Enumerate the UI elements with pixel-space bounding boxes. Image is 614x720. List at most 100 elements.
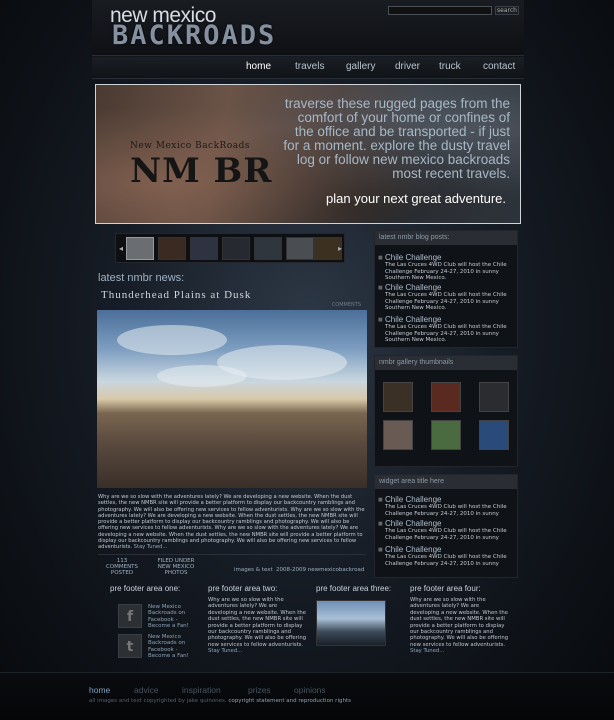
footer-copyright: all images and text copyrighted by jake … — [89, 698, 351, 704]
gallery-thumb[interactable] — [431, 420, 461, 450]
blog-post-title[interactable]: Chile Challenge — [385, 253, 513, 262]
filed-under-block[interactable]: FILED UNDER NEW MEXICO PHOTOS — [154, 558, 198, 576]
pre-footer-four-body: Why are we so slow with the adventures l… — [410, 597, 509, 648]
facebook-fan-link[interactable]: New Mexico Backroads on Facebook - Becom… — [148, 604, 196, 629]
post-title[interactable]: Thunderhead Plains at Dusk — [101, 289, 251, 301]
post-meta: COMMENTS — [101, 302, 361, 308]
blog-post-title[interactable]: Chile Challenge — [385, 283, 513, 292]
post-body-text: Why are we so slow with the adventures l… — [98, 494, 365, 551]
footer-link-home[interactable]: home — [89, 685, 110, 695]
pre-footer-two-body: Why are we so slow with the adventures l… — [208, 597, 307, 648]
gallery-thumb[interactable] — [383, 420, 413, 450]
strip-next-arrow-icon[interactable]: ▸ — [338, 244, 342, 253]
post-image[interactable] — [97, 310, 367, 488]
stay-tuned-link[interactable]: Stay Tuned... — [208, 648, 242, 654]
widget-post[interactable]: ■ Chile Challenge The Las Cruces 4WD Clu… — [378, 545, 513, 567]
search-button[interactable]: search — [495, 6, 519, 15]
bullet-icon: ■ — [378, 497, 383, 503]
strip-thumb[interactable] — [286, 237, 314, 260]
strip-thumb[interactable] — [190, 237, 218, 260]
blog-post[interactable]: ■ Chile Challenge The Las Cruces 4WD Clu… — [378, 315, 513, 344]
nav-home[interactable]: home — [246, 61, 271, 72]
footer-link-prizes[interactable]: prizes — [248, 685, 271, 695]
logo-bottom-text[interactable]: BACKROADS — [112, 20, 276, 51]
strip-thumb[interactable] — [158, 237, 186, 260]
hero-cta[interactable]: plan your next great adventure. — [326, 191, 506, 206]
badge-small-text: New Mexico BackRoads — [130, 141, 250, 151]
widget-post-title[interactable]: Chile Challenge — [385, 519, 513, 528]
blog-post[interactable]: ■ Chile Challenge The Las Cruces 4WD Clu… — [378, 253, 513, 282]
cloud-shape — [117, 325, 227, 355]
comments-label: COMMENTS POSTED — [105, 564, 139, 576]
pre-footer-photo[interactable] — [316, 600, 386, 646]
pre-footer-two-title: pre footer area two: — [208, 584, 278, 593]
blog-post-text: The Las Cruces 4WD Club will host the Ch… — [385, 262, 507, 281]
credit-label: images & text — [234, 567, 273, 573]
pre-footer-three-title: pre footer area three: — [316, 584, 392, 593]
gallery-thumb[interactable] — [383, 382, 413, 412]
widget-title: widget area title here — [375, 475, 517, 489]
widget-box: widget area title here ■ Chile Challenge… — [374, 474, 518, 578]
cloud-shape — [157, 365, 247, 387]
pre-footer-col-four: pre footer area four: Why are we so slow… — [410, 584, 510, 655]
blog-post-text: The Las Cruces 4WD Club will host the Ch… — [385, 292, 507, 311]
nmbr-badge-logo: New Mexico BackRoads NM BR — [126, 135, 296, 195]
gallery-strip: ◂ ▸ — [115, 233, 345, 263]
pre-footer: pre footer area one: f New Mexico Backro… — [102, 584, 518, 664]
comments-count-block[interactable]: 113 COMMENTS POSTED — [104, 558, 140, 576]
blog-post-text: The Las Cruces 4WD Club will host the Ch… — [385, 324, 507, 343]
footer-link-advice[interactable]: advice — [134, 685, 159, 695]
strip-prev-arrow-icon[interactable]: ◂ — [119, 244, 123, 253]
main-nav: home travels gallery driver truck contac… — [92, 57, 524, 79]
footer-link-inspiration[interactable]: inspiration — [182, 685, 221, 695]
pre-footer-col-two: pre footer area two: Why are we so slow … — [208, 584, 308, 655]
bullet-icon: ■ — [378, 521, 383, 527]
site-header: new mexico BACKROADS search — [92, 0, 524, 56]
pre-footer-col-one: pre footer area one: f New Mexico Backro… — [110, 584, 210, 659]
widget-post-text: The Las Cruces 4WD Club will host the Ch… — [385, 504, 507, 517]
nav-gallery[interactable]: gallery — [346, 61, 375, 72]
blog-post[interactable]: ■ Chile Challenge The Las Cruces 4WD Clu… — [378, 283, 513, 312]
footer-link-opinions[interactable]: opinions — [294, 685, 326, 695]
bullet-icon: ■ — [378, 547, 383, 553]
widget-post-title[interactable]: Chile Challenge — [385, 545, 513, 554]
strip-thumb[interactable] — [126, 237, 154, 260]
facebook-icon[interactable]: f — [118, 604, 142, 628]
site-footer: home advice inspiration prizes opinions … — [0, 672, 614, 720]
widget-post-text: The Las Cruces 4WD Club will host the Ch… — [385, 554, 507, 567]
pre-footer-one-title: pre footer area one: — [110, 584, 181, 593]
copyright-text: all images and text copyrighted by jake … — [89, 698, 227, 704]
pre-footer-two-text: Why are we so slow with the adventures l… — [208, 597, 308, 655]
gallery-thumb[interactable] — [431, 382, 461, 412]
post-meta-comments[interactable]: COMMENTS — [332, 302, 361, 308]
stay-tuned-link[interactable]: Stay Tuned... — [134, 544, 168, 550]
facebook-icon[interactable]: t — [118, 634, 142, 658]
post-footer: 113 COMMENTS POSTED FILED UNDER NEW MEXI… — [98, 554, 366, 576]
search-input[interactable] — [388, 6, 492, 15]
strip-thumb[interactable] — [254, 237, 282, 260]
bullet-icon: ■ — [378, 285, 383, 291]
blog-posts-title: latest nmbr blog posts: — [375, 231, 517, 245]
nav-truck[interactable]: truck — [439, 61, 461, 72]
bullet-icon: ■ — [378, 255, 383, 261]
gallery-thumb[interactable] — [479, 382, 509, 412]
nav-driver[interactable]: driver — [395, 61, 420, 72]
strip-thumb[interactable] — [222, 237, 250, 260]
copyright-link[interactable]: copyright statement and reproduction rig… — [228, 698, 351, 704]
bullet-icon: ■ — [378, 317, 383, 323]
widget-post-title[interactable]: Chile Challenge — [385, 495, 513, 504]
gallery-thumb[interactable] — [479, 420, 509, 450]
nav-travels[interactable]: travels — [295, 61, 324, 72]
pre-footer-four-title: pre footer area four: — [410, 584, 481, 593]
post-body: Why are we so slow with the adventures l… — [98, 494, 366, 551]
filed-value: NEW MEXICO PHOTOS — [157, 564, 195, 576]
facebook-fan-link[interactable]: New Mexico Backroads on Facebook - Becom… — [148, 634, 196, 659]
credit-year: 2008-2009 newmexicobackroad — [276, 567, 365, 573]
gallery-thumbnails-title: nmbr gallery thumbnails — [375, 356, 517, 370]
nav-contact[interactable]: contact — [483, 61, 515, 72]
widget-post[interactable]: ■ Chile Challenge The Las Cruces 4WD Clu… — [378, 519, 513, 541]
stay-tuned-link[interactable]: Stay Tuned... — [410, 648, 444, 654]
pre-footer-four-text: Why are we so slow with the adventures l… — [410, 597, 510, 655]
widget-post[interactable]: ■ Chile Challenge The Las Cruces 4WD Clu… — [378, 495, 513, 517]
blog-post-title[interactable]: Chile Challenge — [385, 315, 513, 324]
